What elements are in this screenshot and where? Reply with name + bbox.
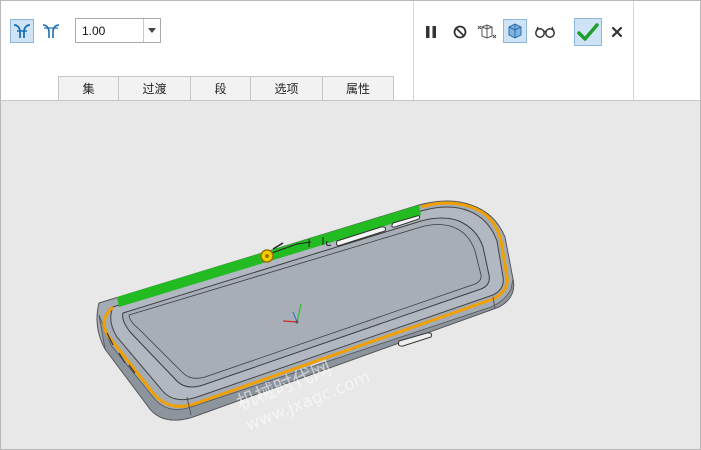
tab-segments[interactable]: 段 <box>190 76 251 100</box>
round-mode-tangent-button[interactable] <box>10 19 34 43</box>
tab-label: 属性 <box>345 82 370 96</box>
verify-mode-icon <box>508 23 522 39</box>
tab-label: 段 <box>214 82 227 96</box>
divider <box>413 1 414 100</box>
verify-mode-button[interactable] <box>503 19 527 43</box>
geometry-preview-icon <box>477 24 497 39</box>
tab-properties[interactable]: 属性 <box>322 76 394 100</box>
divider <box>633 1 634 100</box>
round-mode-curve-button[interactable] <box>39 19 63 43</box>
tab-label: 集 <box>82 82 95 96</box>
checkmark-icon <box>577 23 599 41</box>
tab-sets[interactable]: 集 <box>58 76 119 100</box>
radius-combo[interactable]: 1.00 <box>75 18 161 43</box>
close-icon <box>611 26 623 38</box>
geometry-preview-button[interactable] <box>475 20 499 44</box>
tab-label: 过渡 <box>142 82 167 96</box>
no-preview-icon <box>453 25 467 39</box>
through-curve-round-icon <box>42 24 60 38</box>
preview-glasses-icon <box>535 26 555 38</box>
pause-icon <box>426 26 436 38</box>
tab-label: 选项 <box>274 82 299 96</box>
ok-button[interactable] <box>574 18 602 46</box>
preview-glasses-button[interactable] <box>533 20 557 44</box>
pause-button[interactable] <box>419 20 443 44</box>
cancel-button[interactable] <box>605 20 629 44</box>
dropdown-arrow-icon[interactable] <box>143 19 160 42</box>
round-dashboard: 1.00 集 过渡 段 选项 属性 <box>1 1 700 101</box>
tangent-chain-round-icon <box>13 24 31 38</box>
tab-options[interactable]: 选项 <box>250 76 323 100</box>
model-viewport[interactable]: 机械时代网 www.jxagc.com <box>1 101 700 449</box>
tab-strip: 集 过渡 段 选项 属性 <box>58 76 394 100</box>
radius-value: 1.00 <box>82 24 106 38</box>
no-preview-button[interactable] <box>448 20 472 44</box>
tab-transitions[interactable]: 过渡 <box>118 76 191 100</box>
